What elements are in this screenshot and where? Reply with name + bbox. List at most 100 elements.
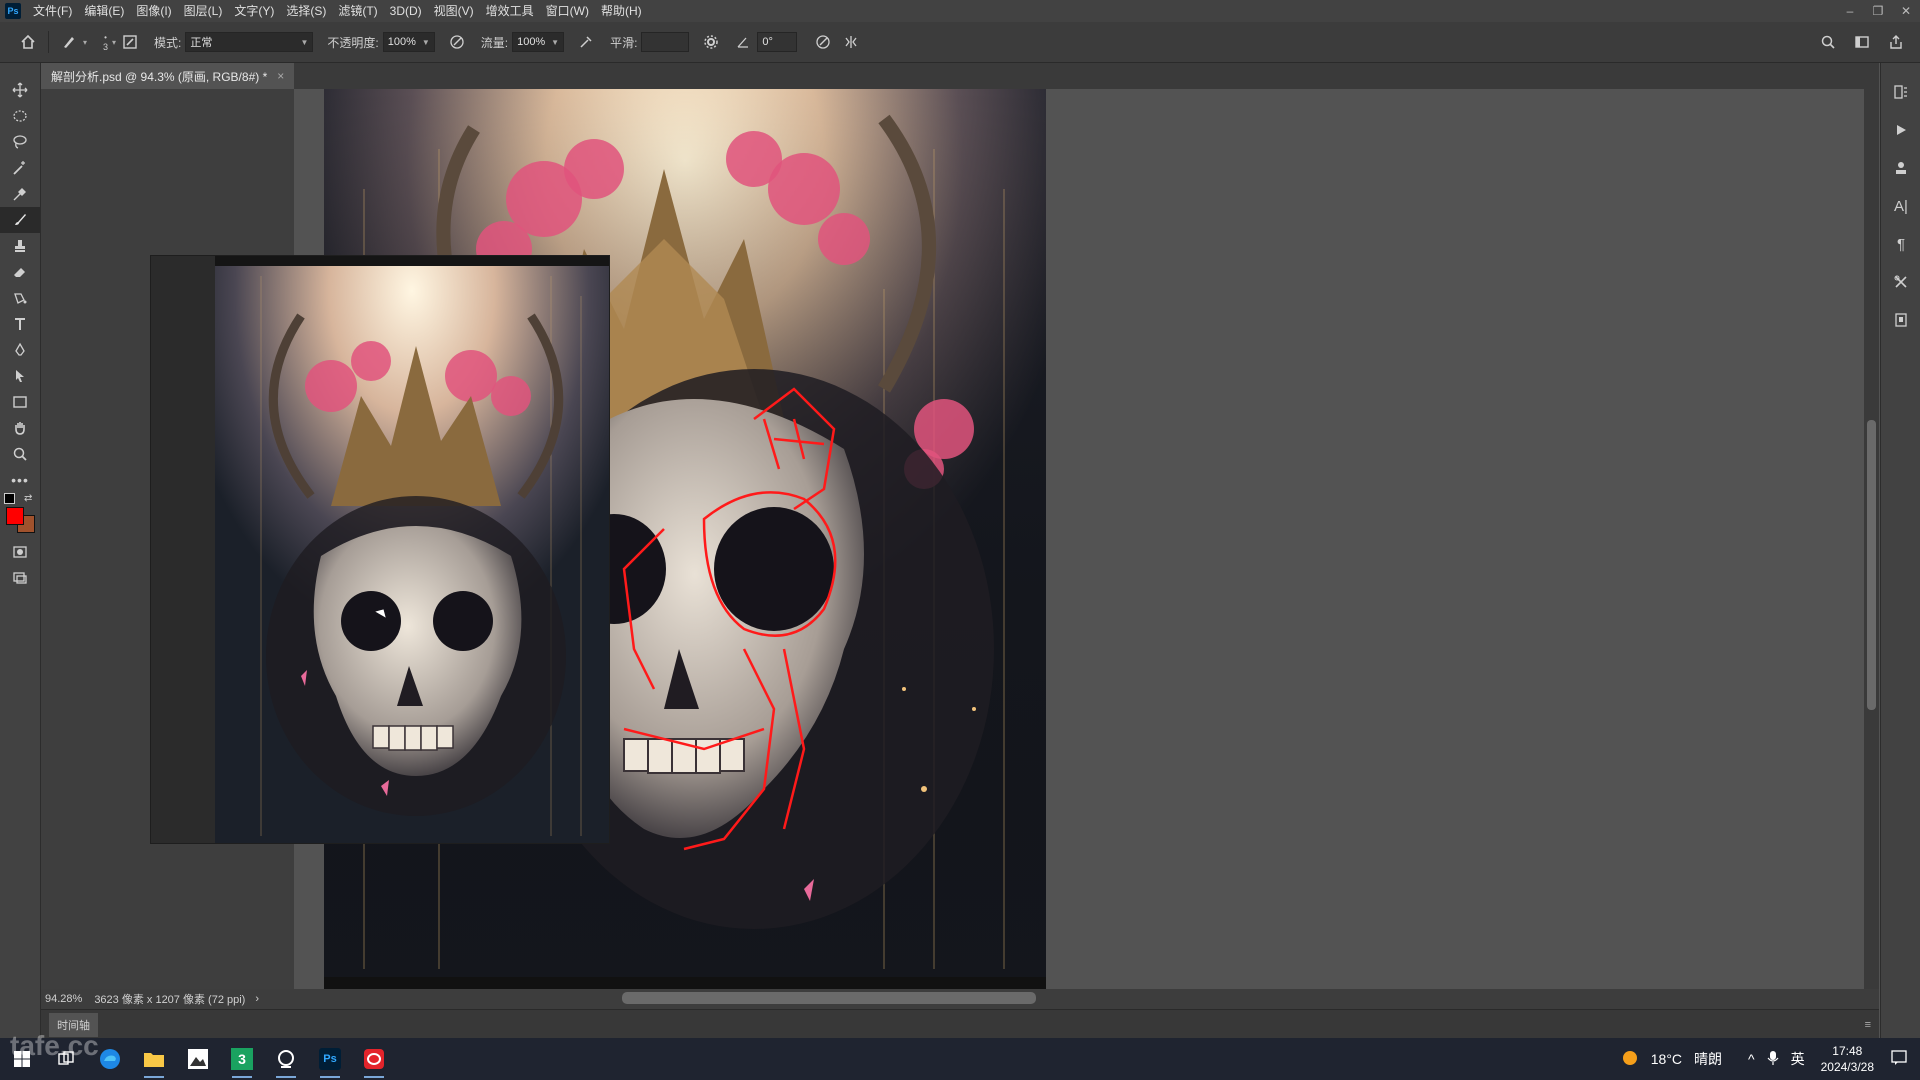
zoom-tool-icon[interactable] xyxy=(0,441,40,467)
mode-select[interactable]: 正常 ▼ xyxy=(185,32,314,52)
rectangle-tool-icon[interactable] xyxy=(0,389,40,415)
menu-filter[interactable]: 滤镜(T) xyxy=(332,0,383,22)
adjustments-panel-icon[interactable] xyxy=(1881,149,1920,187)
close-button[interactable]: ✕ xyxy=(1892,0,1920,22)
angle-value: 0° xyxy=(762,36,773,48)
menu-select[interactable]: 选择(S) xyxy=(280,0,332,22)
chevron-down-icon: ▼ xyxy=(421,37,430,47)
stamp-tool-icon[interactable] xyxy=(0,233,40,259)
temperature[interactable]: 18°C xyxy=(1651,1051,1682,1067)
menu-view[interactable]: 视图(V) xyxy=(428,0,480,22)
tool-presets-icon[interactable] xyxy=(1881,263,1920,301)
marquee-tool-icon[interactable] xyxy=(0,103,40,129)
document-info: 3623 像素 x 1207 像素 (72 ppi) xyxy=(94,994,246,1006)
brush-size-value: 3 xyxy=(103,41,109,52)
angle-icon xyxy=(731,30,755,54)
search-app-icon[interactable] xyxy=(264,1038,308,1080)
smoothing-input[interactable] xyxy=(641,32,690,52)
symmetry-icon[interactable] xyxy=(839,30,863,54)
screen-mode-icon[interactable] xyxy=(0,565,40,591)
pressure-opacity-icon[interactable] xyxy=(445,30,469,54)
eraser-tool-icon[interactable] xyxy=(0,259,40,285)
reference-image-panel[interactable] xyxy=(150,255,610,844)
opacity-input[interactable]: 100% ▼ xyxy=(382,32,435,52)
timeline-panel: 时间轴 ≡ xyxy=(41,1009,1879,1039)
menu-plugins[interactable]: 增效工具 xyxy=(480,0,540,22)
status-arrow-icon[interactable]: › xyxy=(255,993,259,1005)
clock-date: 2024/3/28 xyxy=(1820,1060,1874,1074)
weather-text[interactable]: 晴朗 xyxy=(1694,1049,1722,1069)
photoshop-icon[interactable]: Ps xyxy=(308,1038,352,1080)
home-icon[interactable] xyxy=(16,30,40,54)
opera-icon[interactable] xyxy=(352,1038,396,1080)
microphone-icon[interactable] xyxy=(1767,1050,1779,1069)
vertical-scroll-thumb[interactable] xyxy=(1867,420,1876,710)
pressure-size-icon[interactable] xyxy=(811,30,835,54)
menu-image[interactable]: 图像(I) xyxy=(130,0,177,22)
notification-icon[interactable] xyxy=(1890,1049,1908,1070)
airbrush-icon[interactable] xyxy=(574,30,598,54)
brush-settings-panel-icon[interactable] xyxy=(118,30,142,54)
foreground-color-swatch[interactable] xyxy=(6,507,24,525)
history-panel-icon[interactable] xyxy=(1881,73,1920,111)
swap-colors-icon[interactable]: ⇄ xyxy=(24,493,32,504)
panel-menu-icon[interactable]: ≡ xyxy=(1865,1019,1871,1031)
tray-chevron-up-icon[interactable]: ^ xyxy=(1748,1051,1755,1067)
more-tools-icon[interactable]: ••• xyxy=(0,467,40,493)
close-tab-icon[interactable]: × xyxy=(277,69,284,83)
clock[interactable]: 17:48 2024/3/28 xyxy=(1821,1043,1874,1075)
share-icon[interactable] xyxy=(1884,30,1908,54)
system-tray: 18°C 晴朗 ^ 英 17:48 2024/3/28 xyxy=(1615,1038,1920,1080)
actions-play-icon[interactable] xyxy=(1881,111,1920,149)
magic-wand-tool-icon[interactable] xyxy=(0,155,40,181)
menu-help[interactable]: 帮助(H) xyxy=(595,0,648,22)
menu-window[interactable]: 窗口(W) xyxy=(540,0,595,22)
default-colors-icon[interactable] xyxy=(4,493,15,504)
path-selection-tool-icon[interactable] xyxy=(0,363,40,389)
menu-edit[interactable]: 编辑(E) xyxy=(78,0,130,22)
horizontal-scroll-thumb[interactable] xyxy=(622,992,1036,1004)
minimize-button[interactable]: – xyxy=(1836,0,1864,22)
menu-layer[interactable]: 图层(L) xyxy=(178,0,229,22)
weather-icon[interactable] xyxy=(1621,1049,1639,1070)
windows-taskbar: 3 Ps 18°C 晴朗 ^ 英 17:48 2024/3/28 xyxy=(0,1038,1920,1080)
move-tool-icon[interactable] xyxy=(0,77,40,103)
libraries-panel-icon[interactable] xyxy=(1881,301,1920,339)
restore-button[interactable]: ❐ xyxy=(1864,0,1892,22)
chevron-down-icon[interactable]: ▾ xyxy=(112,38,116,47)
type-tool-icon[interactable] xyxy=(0,311,40,337)
app-3-icon[interactable]: 3 xyxy=(220,1038,264,1080)
chevron-down-icon[interactable]: ▾ xyxy=(83,38,87,47)
options-bar: ▾ • 3 ▾ 模式: 正常 ▼ 不透明度: 100% ▼ 流量: 100% ▼ 平滑:… xyxy=(0,22,1920,63)
quick-mask-icon[interactable] xyxy=(0,539,40,565)
gear-icon[interactable] xyxy=(699,30,723,54)
menu-file[interactable]: 文件(F) xyxy=(27,0,78,22)
zoom-level[interactable]: 94.28% xyxy=(45,993,82,1005)
opacity-value: 100% xyxy=(387,36,416,48)
brush-preset-icon[interactable] xyxy=(57,30,81,54)
paragraph-panel-icon[interactable]: ¶ xyxy=(1881,225,1920,263)
pen-tool-icon[interactable] xyxy=(0,337,40,363)
workspace-icon[interactable] xyxy=(1850,30,1874,54)
menu-type[interactable]: 文字(Y) xyxy=(228,0,280,22)
gradient-tool-icon[interactable] xyxy=(0,285,40,311)
brush-size-picker[interactable]: • 3 xyxy=(103,33,108,52)
document-tab[interactable]: 解剖分析.psd @ 94.3% (原画, RGB/8#) * × xyxy=(41,63,295,89)
right-panel-dock: A| ¶ xyxy=(1880,63,1920,1038)
lasso-tool-icon[interactable] xyxy=(0,129,40,155)
chevron-down-icon: ▼ xyxy=(300,37,309,47)
file-explorer-icon[interactable] xyxy=(132,1038,176,1080)
flow-input[interactable]: 100% ▼ xyxy=(512,32,565,52)
smoothing-label: 平滑: xyxy=(610,35,638,50)
brush-tool-icon[interactable] xyxy=(0,207,40,233)
search-icon[interactable] xyxy=(1816,30,1840,54)
menu-3d[interactable]: 3D(D) xyxy=(384,0,428,22)
color-swatches: ⇄ xyxy=(0,493,40,539)
input-language[interactable]: 英 xyxy=(1791,1049,1805,1069)
hand-tool-icon[interactable] xyxy=(0,415,40,441)
mode-value: 正常 xyxy=(190,37,213,49)
character-panel-icon[interactable]: A| xyxy=(1881,187,1920,225)
gallery-icon[interactable] xyxy=(176,1038,220,1080)
angle-input[interactable]: 0° xyxy=(757,32,798,52)
eyedropper-tool-icon[interactable] xyxy=(0,181,40,207)
